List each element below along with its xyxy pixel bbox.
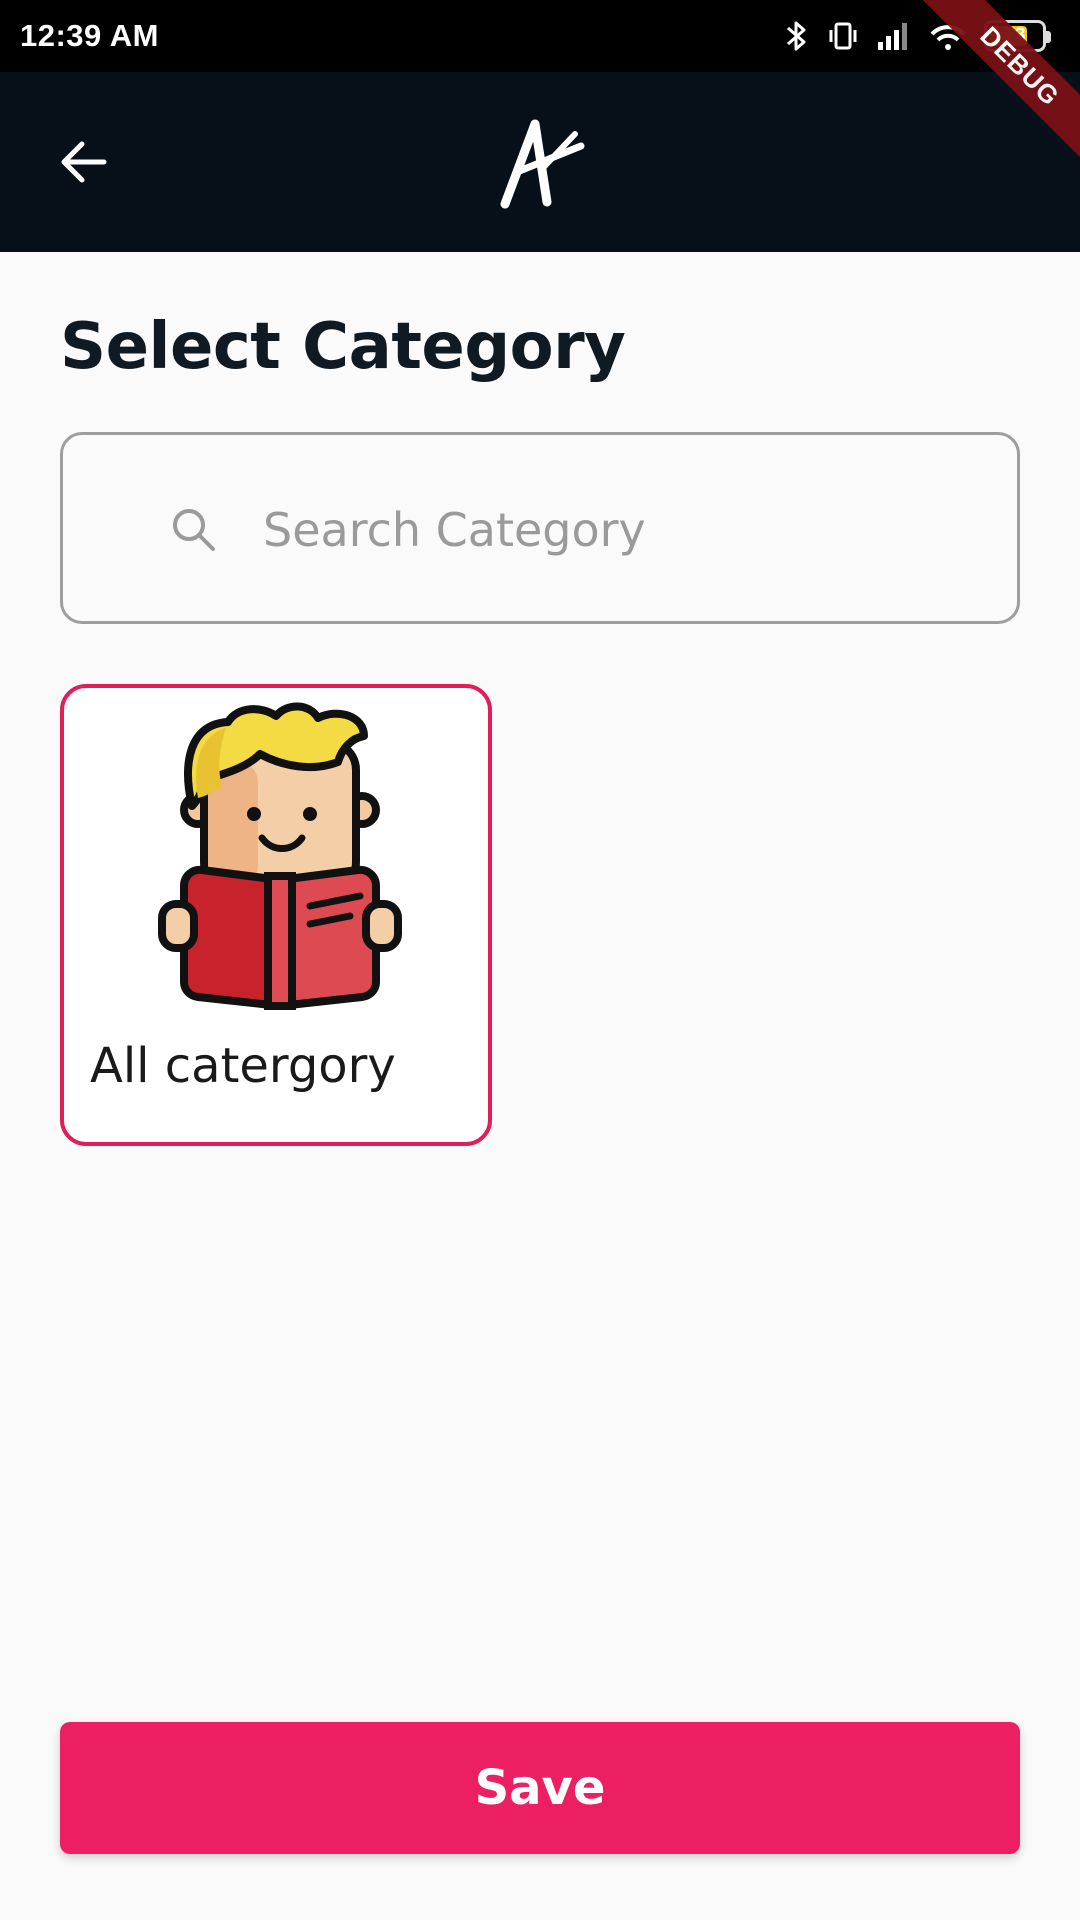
battery-nub <box>1046 31 1051 43</box>
app-logo <box>500 119 585 209</box>
category-card-all[interactable]: All catergory <box>60 684 492 1146</box>
category-label: All catergory <box>90 1038 396 1094</box>
search-icon <box>173 509 215 551</box>
battery-level: 73 <box>1004 25 1026 46</box>
status-time: 12:39 AM <box>20 18 159 53</box>
vibrate-icon <box>826 19 860 53</box>
wifi-icon <box>928 20 968 52</box>
search-input[interactable] <box>263 495 983 565</box>
signal-icon <box>876 20 912 52</box>
search-box[interactable] <box>60 432 1020 624</box>
save-button[interactable]: Save <box>60 1722 1020 1854</box>
boy-reading-book-icon <box>158 702 402 1010</box>
status-bar: 12:39 AM 73 <box>0 0 1080 72</box>
arrow-left-icon <box>61 141 107 183</box>
page-title: Select Category <box>60 310 626 384</box>
status-icons: 73 <box>784 19 1051 53</box>
app-bar <box>0 72 1080 252</box>
battery-icon: 73 <box>984 20 1051 52</box>
bluetooth-icon <box>784 19 810 53</box>
back-button[interactable] <box>44 122 124 202</box>
